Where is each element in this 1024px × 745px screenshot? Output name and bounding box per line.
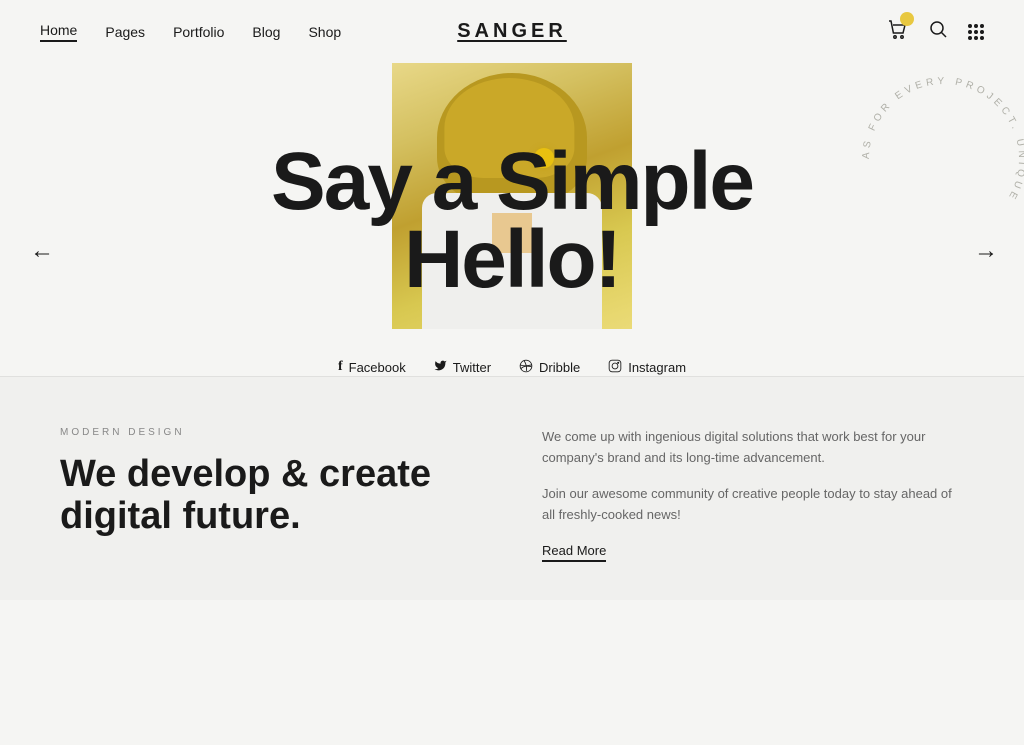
facebook-icon: f	[338, 359, 343, 375]
site-logo[interactable]: SANGER	[457, 20, 567, 43]
prev-arrow[interactable]: ←	[30, 238, 50, 265]
header: Home Pages Portfolio Blog Shop SANGER	[0, 0, 1024, 63]
body-paragraph-2: Join our awesome community of creative p…	[542, 484, 964, 526]
left-column: MODERN DESIGN We develop & create digita…	[60, 427, 482, 560]
cart-icon[interactable]	[886, 18, 908, 45]
hero-section: ← → Say a Simple Hello!	[0, 63, 1024, 329]
header-icons	[886, 18, 984, 45]
hero-title-line1: Say a Simple	[271, 143, 753, 221]
facebook-label: Facebook	[349, 360, 406, 375]
nav-shop[interactable]: Shop	[308, 24, 341, 40]
body-paragraph-1: We come up with ingenious digital soluti…	[542, 427, 964, 469]
nav-blog[interactable]: Blog	[252, 24, 280, 40]
rotating-text: AS FOR EVERY PROJECT. UNIQUE	[854, 69, 1024, 269]
dribble-label: Dribble	[539, 360, 580, 375]
instagram-icon	[608, 359, 622, 376]
svg-text:AS FOR EVERY PROJECT. UNIQUE: AS FOR EVERY PROJECT. UNIQUE	[861, 76, 1024, 226]
section-title: We develop & create digital future.	[60, 454, 482, 538]
hero-title-line2: Hello!	[271, 221, 753, 299]
section-label: MODERN DESIGN	[60, 427, 482, 438]
twitter-link[interactable]: Twitter	[434, 359, 491, 375]
search-icon[interactable]	[928, 19, 948, 44]
dribble-link[interactable]: Dribble	[519, 359, 580, 376]
social-links: f Facebook Twitter Dribble Instagram	[0, 359, 1024, 376]
read-more-link[interactable]: Read More	[542, 543, 606, 562]
nav-home[interactable]: Home	[40, 22, 77, 42]
grid-menu-icon[interactable]	[968, 24, 984, 40]
right-column: We come up with ingenious digital soluti…	[542, 427, 964, 560]
facebook-link[interactable]: f Facebook	[338, 359, 406, 375]
twitter-label: Twitter	[453, 360, 491, 375]
dribble-icon	[519, 359, 533, 376]
cart-badge	[900, 12, 914, 26]
nav-portfolio[interactable]: Portfolio	[173, 24, 224, 40]
hero-text: Say a Simple Hello!	[271, 143, 753, 299]
nav-pages[interactable]: Pages	[105, 24, 145, 40]
bottom-section: MODERN DESIGN We develop & create digita…	[0, 376, 1024, 600]
main-nav: Home Pages Portfolio Blog Shop	[40, 22, 341, 42]
instagram-label: Instagram	[628, 360, 686, 375]
twitter-icon	[434, 359, 447, 375]
instagram-link[interactable]: Instagram	[608, 359, 686, 376]
next-arrow[interactable]: →	[974, 238, 994, 265]
rotating-text-content: AS FOR EVERY PROJECT. UNIQUE	[861, 76, 1024, 226]
